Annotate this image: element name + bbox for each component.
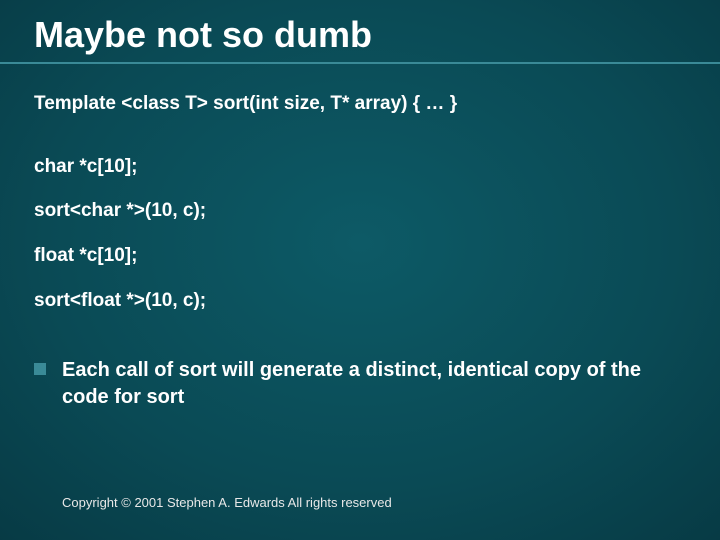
copyright: Copyright © 2001 Stephen A. Edwards All …: [62, 495, 392, 510]
code-line-3: float *c[10];: [34, 244, 690, 269]
square-bullet-icon: [34, 363, 46, 375]
slide: Maybe not so dumb Template <class T> sor…: [0, 0, 720, 540]
code-line-1: char *c[10];: [34, 155, 690, 180]
bullet-text: Each call of sort will generate a distin…: [62, 357, 690, 411]
code-line-4: sort<float *>(10, c);: [34, 289, 690, 314]
code-template: Template <class T> sort(int size, T* arr…: [34, 92, 690, 117]
title-rule: [0, 62, 720, 64]
bullet-item: Each call of sort will generate a distin…: [34, 357, 690, 411]
code-line-2: sort<char *>(10, c);: [34, 199, 690, 224]
slide-title: Maybe not so dumb: [34, 14, 690, 56]
